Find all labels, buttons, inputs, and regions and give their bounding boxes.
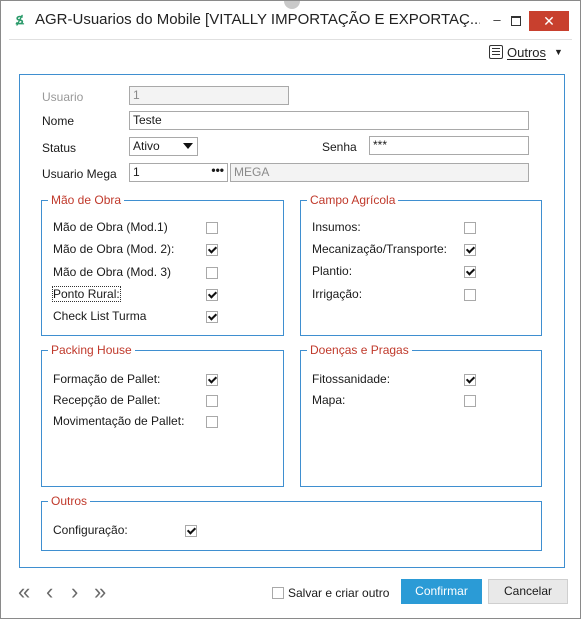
checkbox-mao-obra-mod1[interactable] <box>206 222 218 234</box>
nome-label: Nome <box>42 114 75 128</box>
checkbox-label: Plantio: <box>312 264 353 278</box>
checkbox-mao-obra-mod2[interactable] <box>206 244 218 256</box>
save-and-new-option[interactable]: Salvar e criar outro <box>272 586 389 600</box>
usuario-label: Usuario <box>42 90 84 104</box>
save-and-new-checkbox[interactable] <box>272 587 284 599</box>
nav-next-icon[interactable]: › <box>71 581 78 603</box>
save-and-new-label: Salvar e criar outro <box>288 586 390 600</box>
confirm-button[interactable]: Confirmar <box>401 579 482 604</box>
checkbox-formacao-pallet[interactable] <box>206 374 218 386</box>
group-doencas-pragas: Doenças e Pragas Fitossanidade: Mapa: <box>300 343 542 487</box>
checkbox-configuracao[interactable] <box>185 525 197 537</box>
checkbox-irrigacao[interactable] <box>464 289 476 301</box>
group-packing-house: Packing House Formação de Pallet: Recepç… <box>41 343 284 487</box>
list-icon <box>489 45 503 59</box>
checkbox-label: Mapa: <box>312 393 346 407</box>
checkbox-label: Formação de Pallet: <box>53 372 161 386</box>
outros-label: Outros <box>507 44 547 60</box>
checkbox-mapa[interactable] <box>464 395 476 407</box>
nav-first-icon[interactable]: « <box>18 581 30 603</box>
group-mao-de-obra: Mão de Obra Mão de Obra (Mod.1) Mão de O… <box>41 193 284 336</box>
usuario-mega-field[interactable]: 1 ••• <box>129 163 228 182</box>
group-campo-agricola: Campo Agrícola Insumos: Mecanização/Tran… <box>300 193 542 336</box>
group-title-packing-house: Packing House <box>48 343 135 357</box>
checkbox-label: Fitossanidade: <box>312 372 391 386</box>
senha-label: Senha <box>322 140 357 154</box>
window-title: AGR-Usuarios do Mobile [VITALLY IMPORTAÇ… <box>35 11 480 28</box>
app-logo-icon: ꟍ <box>16 11 24 28</box>
form-panel: Usuario 1 Nome Teste Status Ativo Senha … <box>19 74 565 568</box>
checkbox-movimentacao-pallet[interactable] <box>206 416 218 428</box>
usuario-mega-value: 1 <box>133 165 140 179</box>
checkbox-label: Configuração: <box>53 523 128 537</box>
checkbox-label: Mão de Obra (Mod. 3) <box>53 265 172 279</box>
nav-last-icon[interactable]: » <box>94 581 106 603</box>
checkbox-label: Recepção de Pallet: <box>53 393 161 407</box>
nome-field[interactable]: Teste <box>129 111 529 130</box>
checkbox-label: Movimentação de Pallet: <box>53 414 185 428</box>
title-bar[interactable]: ꟍ AGR-Usuarios do Mobile [VITALLY IMPORT… <box>1 1 580 39</box>
checkbox-insumos[interactable] <box>464 222 476 234</box>
browse-ellipsis-button[interactable]: ••• <box>211 163 224 178</box>
group-title-mao-de-obra: Mão de Obra <box>48 193 125 207</box>
usuario-mega-name-field: MEGA <box>230 163 529 182</box>
dialog-window: ꟍ AGR-Usuarios do Mobile [VITALLY IMPORT… <box>0 0 581 619</box>
checkbox-label: Ponto Rural: <box>52 286 121 302</box>
checkbox-plantio[interactable] <box>464 266 476 278</box>
drag-notch[interactable] <box>284 1 300 9</box>
checkbox-label: Mecanização/Transporte: <box>312 242 447 256</box>
outros-menu-button[interactable]: Outros ▼ <box>489 43 563 61</box>
group-title-doencas-pragas: Doenças e Pragas <box>307 343 412 357</box>
checkbox-mao-obra-mod3[interactable] <box>206 267 218 279</box>
maximize-button[interactable] <box>506 9 526 31</box>
status-value: Ativo <box>133 139 160 153</box>
usuario-mega-label: Usuario Mega <box>42 167 117 181</box>
maximize-icon <box>511 15 521 26</box>
checkbox-check-list-turma[interactable] <box>206 311 218 323</box>
minimize-button[interactable]: – <box>487 9 507 31</box>
chevron-down-icon: ▼ <box>554 47 563 57</box>
checkbox-label: Insumos: <box>312 220 361 234</box>
footer-bar: « ‹ › » Salvar e criar outro Confirmar C… <box>1 574 580 618</box>
checkbox-label: Irrigação: <box>312 287 363 301</box>
usuario-field: 1 <box>129 86 289 105</box>
checkbox-ponto-rural[interactable] <box>206 289 218 301</box>
dropdown-arrow-icon <box>183 143 193 149</box>
checkbox-recepcao-pallet[interactable] <box>206 395 218 407</box>
status-select[interactable]: Ativo <box>129 137 198 156</box>
group-title-campo-agricola: Campo Agrícola <box>307 193 399 207</box>
checkbox-label: Mão de Obra (Mod.1) <box>53 220 168 234</box>
checkbox-label: Mão de Obra (Mod. 2): <box>53 242 175 256</box>
checkbox-mecanizacao[interactable] <box>464 244 476 256</box>
status-label: Status <box>42 141 77 155</box>
checkbox-fitossanidade[interactable] <box>464 374 476 386</box>
nav-prev-icon[interactable]: ‹ <box>46 581 53 603</box>
cancel-button[interactable]: Cancelar <box>488 579 568 604</box>
toolbar-divider <box>9 39 572 40</box>
senha-field[interactable]: *** <box>369 136 529 155</box>
close-button[interactable]: ✕ <box>529 11 569 31</box>
group-outros: Outros Configuração: <box>41 494 542 551</box>
group-title-outros: Outros <box>48 494 91 508</box>
checkbox-label: Check List Turma <box>53 309 147 323</box>
